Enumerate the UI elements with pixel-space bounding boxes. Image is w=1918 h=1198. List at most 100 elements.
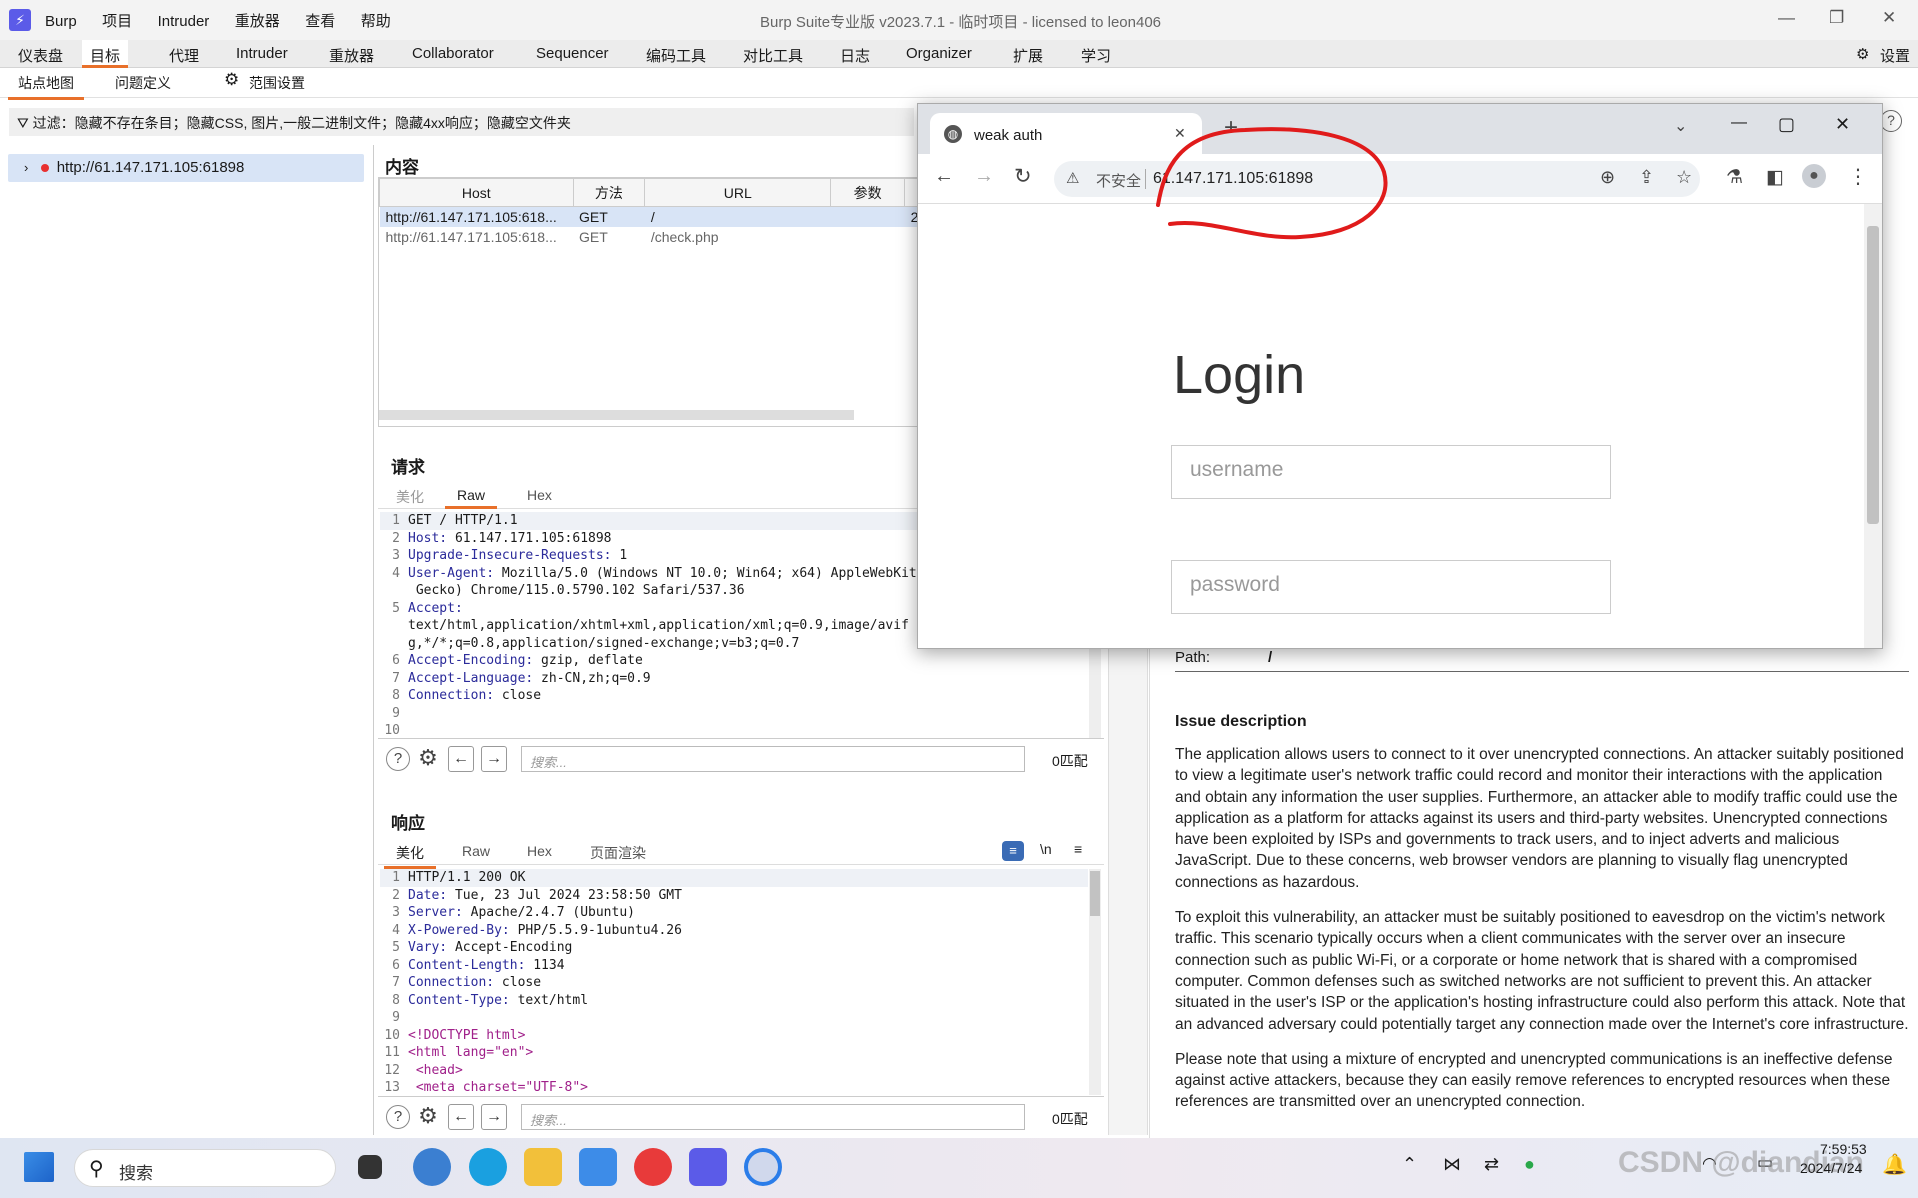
tab-proxy[interactable]: 代理 (169, 45, 199, 66)
line-number: 9 (392, 1010, 400, 1025)
menu-burp[interactable]: Burp (45, 13, 77, 30)
column-header-status[interactable]: 状态 (904, 178, 917, 207)
minimize-icon[interactable]: — (1778, 8, 1795, 28)
table-row[interactable]: http://61.147.171.105:618... GET / 200 (379, 206, 917, 227)
tab-target[interactable]: 目标 (82, 40, 129, 68)
column-header-params[interactable]: 参数 (830, 178, 906, 207)
tab-decoder[interactable]: 编码工具 (646, 45, 706, 66)
clock-date[interactable]: 2024/7/24 (1800, 1160, 1862, 1176)
minimize-icon[interactable]: — (1731, 114, 1747, 132)
star-icon[interactable]: ☆ (1676, 167, 1692, 188)
tab-intruder[interactable]: Intruder (236, 45, 288, 62)
app-icon[interactable] (634, 1148, 672, 1186)
tab-raw[interactable]: Raw (462, 843, 490, 859)
notification-icon[interactable]: 🔔 (1882, 1152, 1907, 1177)
menu-view[interactable]: 查看 (305, 13, 335, 30)
side-panel-icon[interactable]: ◧ (1766, 166, 1784, 189)
tab-render[interactable]: 页面渲染 (590, 843, 646, 863)
tab-dashboard[interactable]: 仪表盘 (18, 45, 63, 66)
gear-icon[interactable]: ⚙ (224, 70, 239, 90)
scrollbar-thumb[interactable] (1867, 226, 1879, 524)
previous-arrow-icon[interactable]: ← (448, 1104, 474, 1130)
globe-icon[interactable] (413, 1148, 451, 1186)
tab-pretty[interactable]: 美化 (384, 843, 436, 869)
tab-learn[interactable]: 学习 (1081, 45, 1111, 66)
burp-icon[interactable] (689, 1148, 727, 1186)
menu-help[interactable]: 帮助 (361, 13, 391, 30)
restore-icon[interactable]: ❐ (1829, 8, 1844, 28)
gear-icon[interactable]: ⚙ (416, 747, 440, 771)
password-input[interactable]: password (1171, 560, 1611, 614)
request-search-input[interactable]: 搜索... (521, 746, 1025, 772)
menu-intruder[interactable]: Intruder (158, 13, 210, 30)
help-icon[interactable]: ? (386, 747, 410, 771)
tab-organizer[interactable]: Organizer (906, 45, 972, 62)
forward-arrow-icon[interactable]: → (974, 165, 994, 188)
extension-icon[interactable]: ⚗ (1726, 166, 1743, 189)
tab-hex[interactable]: Hex (527, 843, 552, 859)
wechat-icon[interactable]: ● (1524, 1154, 1535, 1175)
table-row[interactable]: http://61.147.171.105:618... GET /check.… (380, 227, 918, 247)
profile-icon[interactable]: ● (1802, 164, 1826, 188)
close-icon[interactable]: ✕ (1882, 8, 1896, 28)
tab-collaborator[interactable]: Collaborator (412, 45, 494, 62)
column-header-url[interactable]: URL (644, 178, 832, 207)
app-icon[interactable] (579, 1148, 617, 1186)
tab-site-map[interactable]: 站点地图 (8, 73, 84, 100)
next-arrow-icon[interactable]: → (481, 746, 507, 772)
kebab-menu-icon[interactable]: ⋮ (1848, 164, 1868, 189)
edge-icon[interactable] (469, 1148, 507, 1186)
chevron-right-icon[interactable]: › (24, 160, 28, 175)
task-view-icon[interactable] (358, 1155, 382, 1179)
tab-raw[interactable]: Raw (445, 487, 498, 509)
reload-icon[interactable]: ↻ (1014, 164, 1032, 189)
chevron-up-icon[interactable]: ⌃ (1402, 1154, 1417, 1175)
taskbar-search[interactable]: ⚲ 搜索 (74, 1149, 336, 1187)
clock-time[interactable]: 7:59:53 (1820, 1141, 1867, 1157)
tab-scope-settings[interactable]: 范围设置 (249, 73, 305, 93)
tab-extensions[interactable]: 扩展 (1013, 45, 1043, 66)
help-icon[interactable]: ? (1880, 110, 1902, 132)
header-key: Content-Type: (408, 992, 510, 1008)
tab-sequencer[interactable]: Sequencer (536, 45, 609, 62)
tab-pretty[interactable]: 美化 (396, 487, 424, 507)
back-arrow-icon[interactable]: ← (934, 165, 954, 188)
menu-project[interactable]: 项目 (102, 13, 132, 30)
menu-icon[interactable]: ≡ (1074, 841, 1082, 857)
tab-comparer[interactable]: 对比工具 (743, 45, 803, 66)
chrome-icon[interactable] (744, 1148, 782, 1186)
tab-logger[interactable]: 日志 (840, 45, 870, 66)
site-tree-item[interactable]: › http://61.147.171.105:61898 (8, 154, 364, 182)
not-secure-label[interactable]: 不安全 (1096, 170, 1141, 191)
start-icon[interactable] (24, 1152, 54, 1182)
help-icon[interactable]: ? (386, 1105, 410, 1129)
zoom-icon[interactable]: ⊕ (1600, 167, 1615, 188)
horizontal-scrollbar[interactable] (379, 410, 854, 420)
tab-hex[interactable]: Hex (527, 487, 552, 503)
gear-icon[interactable]: ⚙ (416, 1105, 440, 1129)
tab-repeater[interactable]: 重放器 (329, 45, 374, 66)
column-header-host[interactable]: Host (379, 178, 574, 207)
request-editor[interactable]: 1 GET / HTTP/1.1 2 Host: 61.147.171.105:618… (380, 512, 920, 738)
response-search-input[interactable]: 搜索... (521, 1104, 1025, 1130)
filter-bar[interactable]: ⛛ 过滤：隐藏不存在条目；隐藏CSS, 图片,一般二进制文件；隐藏4xx响应；隐… (9, 108, 914, 136)
chevron-down-icon[interactable]: ⌄ (1674, 116, 1687, 136)
username-input[interactable]: username (1171, 445, 1611, 499)
tab-issue-definitions[interactable]: 问题定义 (115, 73, 171, 93)
previous-arrow-icon[interactable]: ← (448, 746, 474, 772)
maximize-icon[interactable]: ▢ (1778, 114, 1795, 135)
word-wrap-icon[interactable]: ≡ (1002, 841, 1024, 861)
menu-repeater[interactable]: 重放器 (235, 13, 280, 30)
tray-icon[interactable]: ⋈ (1443, 1154, 1461, 1175)
settings-button[interactable]: 设置 (1880, 45, 1910, 66)
next-arrow-icon[interactable]: → (481, 1104, 507, 1130)
gear-icon[interactable]: ⚙ (1856, 45, 1869, 63)
share-icon[interactable]: ⇪ (1639, 167, 1654, 188)
response-editor[interactable]: 1 HTTP/1.1 200 OK 2 Date: Tue, 23 Jul 2024 … (380, 869, 1088, 1095)
tray-icon[interactable]: ⇄ (1484, 1154, 1499, 1175)
newline-toggle[interactable]: \n (1040, 841, 1052, 857)
column-header-method[interactable]: 方法 (572, 178, 646, 207)
scrollbar-thumb[interactable] (1090, 871, 1100, 916)
close-icon[interactable]: ✕ (1835, 114, 1850, 135)
folder-icon[interactable] (524, 1148, 562, 1186)
